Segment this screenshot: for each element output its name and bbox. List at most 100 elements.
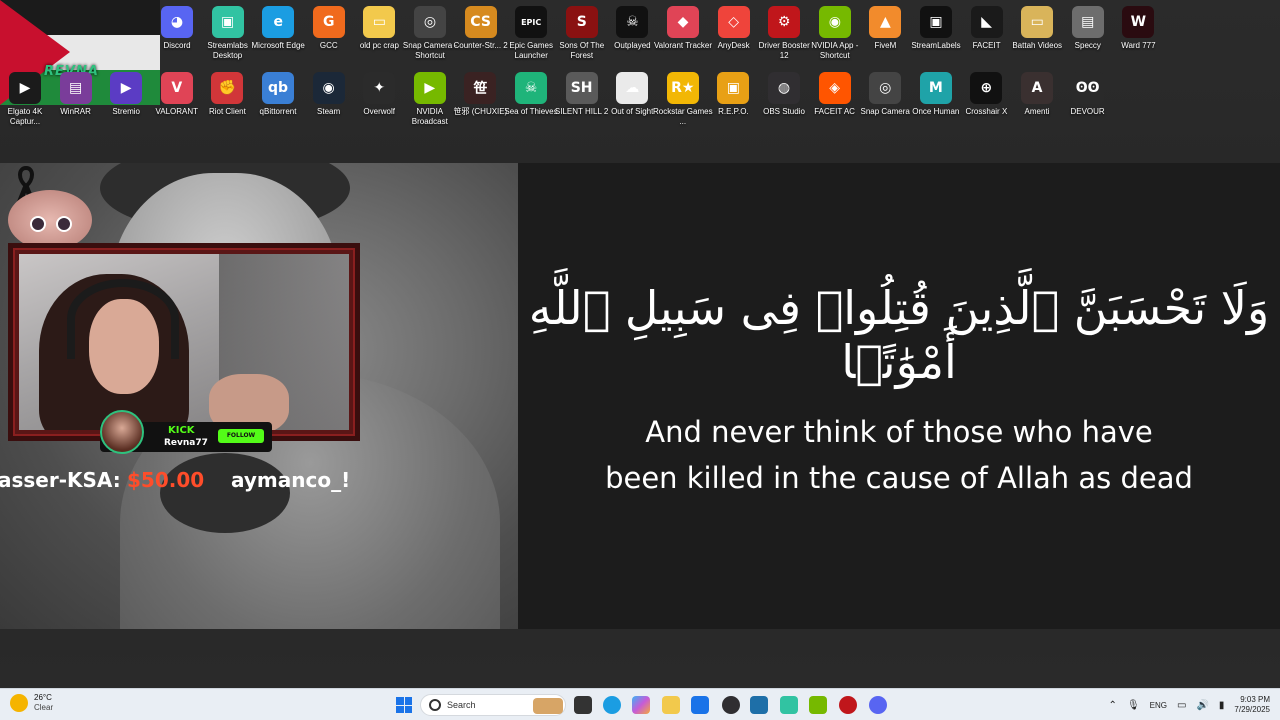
ticker-donation-amount: $50.00 [127,468,205,492]
sons-of-the-forest-icon: S [565,6,598,38]
riot-client-icon: ✊ [211,72,244,104]
network-icon[interactable]: ▭ [1177,700,1186,711]
snap-camera-shortcut-icon: ◎ [414,6,446,38]
desktop-icon-label: Ward 777 [1121,41,1156,50]
counter-str-2-icon: CS [464,6,497,38]
desktop-icon-anydesk[interactable]: ◇ AnyDesk [709,6,759,68]
edge-taskbar-icon[interactable] [603,696,621,714]
desktop-icon-crosshair-x[interactable]: ⊕ Crosshair X [961,72,1011,134]
copilot-taskbar-icon[interactable] [632,696,650,714]
taskbar-search-box[interactable]: Search [420,694,566,716]
microphone-icon[interactable]: 🎙 [1127,700,1140,711]
desktop-icon-battah-videos[interactable]: ▭ Battah Videos [1012,6,1062,68]
desktop-icon-riot-client[interactable]: ✊ Riot Client [202,72,252,134]
winrar-icon: ▤ [59,72,92,104]
chevron-up-icon[interactable]: ⌃ [1109,700,1117,711]
desktop-icon-speccy[interactable]: ▤ Speccy [1063,6,1113,68]
desktop-icon-sea-of-thieves[interactable]: ☠ Sea of Thieves [504,72,558,134]
language-indicator[interactable]: ENG [1150,701,1167,710]
faceit-ac-icon: ◈ [818,72,851,104]
store-taskbar-icon[interactable] [691,696,709,714]
desktop-icon-fivem[interactable]: ▲ FiveM [860,6,910,68]
desktop-icon-once-human[interactable]: M Once Human [911,72,961,134]
desktop-icon-r-e-p-o[interactable]: ▣ R.E.P.O. [708,72,758,134]
desktop-icon-snap-camera[interactable]: ◎ Snap Camera [860,72,910,134]
follow-button[interactable]: FOLLOW [218,429,264,443]
streamer-username: Revna77 [164,438,208,448]
desktop-icon-old-pc-crap[interactable]: ▭ old pc crap [354,6,404,68]
silent-hill-2-icon: SH [565,72,598,104]
desktop-icon-ward-777[interactable]: W Ward 777 [1113,6,1163,68]
desktop-icon-driver-booster-12[interactable]: ⚙ Driver Booster 12 [759,6,810,68]
desktop-icon-winrar[interactable]: ▤ WinRAR [51,72,101,134]
discord-taskbar-icon[interactable] [869,696,887,714]
valorant-tracker-icon: ◆ [667,6,699,38]
fivem-icon: ▲ [869,6,902,38]
desktop-icon-out-of-sight[interactable]: ☁ Out of Sight [607,72,657,134]
clock[interactable]: 9:03 PM 7/29/2025 [1234,695,1270,715]
weather-condition: Clear [34,703,54,712]
desktop-icon-microsoft-edge[interactable]: e Microsoft Edge [252,6,305,68]
verse-translation: And never think of those who have been k… [518,409,1280,501]
desktop-icon-faceit-ac[interactable]: ◈ FACEIT AC [810,72,860,134]
desktop-icon-valorant-tracker[interactable]: ◆ Valorant Tracker [654,6,712,68]
desktop-icon-obs-studio[interactable]: ◍ OBS Studio [759,72,809,134]
desktop-icon-streamlabs-desktop[interactable]: ▣ Streamlabs Desktop [203,6,253,68]
desktop-icon-streamlabels[interactable]: ▣ StreamLabels [911,6,961,68]
desktop-icon-rockstar-games[interactable]: R★ Rockstar Games ... [653,72,713,134]
desktop-icon-outplayed[interactable]: ☠ Outplayed [607,6,657,68]
desktop-icon-valorant[interactable]: V VALORANT [152,72,202,134]
desktop-icon-overwolf[interactable]: ✦ Overwolf [354,72,404,134]
desktop-icon-snap-camera-shortcut[interactable]: ◎ Snap Camera - Shortcut [403,6,457,68]
desktop-icon-epic-games-launcher[interactable]: EPIC Epic Games Launcher [506,6,556,68]
desktop-icon-counter-str-2[interactable]: CS Counter-Str... 2 [453,6,508,68]
volume-icon[interactable]: 🔊 [1196,700,1208,711]
nvidia-taskbar-icon[interactable] [809,696,827,714]
nvidia-app-shortcut-icon: ◉ [818,6,851,38]
desktop-icon-nvidia-broadcast[interactable]: ▶ NVIDIA Broadcast [405,72,455,134]
elgato-4k-captur-icon: ▶ [9,72,41,104]
task-view-icon[interactable] [574,696,592,714]
file-explorer-taskbar-icon[interactable] [662,696,680,714]
desktop-icon-gcc[interactable]: G GCC [304,6,354,68]
desktop-icon-steam[interactable]: ◉ Steam [304,72,354,134]
kick-logo-text: KICK [168,425,195,436]
streamlabs-taskbar-icon[interactable] [780,696,798,714]
anydesk-icon: ◇ [717,6,750,38]
desktop-icon-discord[interactable]: ◕ Discord [152,6,202,68]
desktop-icon-nvidia-app-shortcut[interactable]: ◉ NVIDIA App - Shortcut [810,6,860,68]
desktop-icon-amenti[interactable]: A Amenti [1012,72,1062,134]
app-taskbar-icon[interactable] [750,696,768,714]
desktop-icon-faceit[interactable]: ◣ FACEIT [962,6,1012,68]
desktop-icon-silent-hill-2[interactable]: SH SILENT HILL 2 [555,72,608,134]
translation-line-1: And never think of those who have [645,415,1153,449]
taskbar: 26°C Clear Search ⌃ 🎙 ENG ▭ 🔊 ▮ 9:03 PM … [0,688,1280,720]
faceit-icon: ◣ [970,6,1003,38]
obs-taskbar-icon[interactable] [722,696,740,714]
chuxie-icon: 笹 [464,72,497,104]
desktop-icon-label: DEVOUR [1070,107,1105,116]
sea-of-thieves-icon: ☠ [515,72,547,104]
clock-date: 7/29/2025 [1234,705,1270,714]
webcam-frame [8,243,360,441]
weather-widget[interactable]: 26°C Clear [10,693,53,713]
webcam-feed [19,254,349,430]
steam-icon: ◉ [312,72,345,104]
desktop-icon-chuxie[interactable]: 笹笹邪 (CHUXIE) [454,72,507,134]
desktop-icon-devour[interactable]: ʘʘ DEVOUR [1063,72,1113,134]
search-highlight-image [533,698,563,714]
headset-icon [67,279,179,359]
desktop-icon-elgato-4k-captur[interactable]: ▶ Elgato 4K Captur... [0,72,50,134]
translation-line-2: been killed in the cause of Allah as dea… [605,461,1193,495]
qbittorrent-icon: qb [262,72,294,104]
desktop-icon-sons-of-the-forest[interactable]: S Sons Of The Forest [557,6,607,68]
battery-icon[interactable]: ▮ [1219,700,1225,711]
search-icon [429,699,441,711]
desktop-icon-qbittorrent[interactable]: qb qBittorrent [253,72,303,134]
driver-booster-12-icon: ⚙ [768,6,801,38]
weather-temperature: 26°C [34,693,52,702]
driver-booster-taskbar-icon[interactable] [839,696,857,714]
desktop-icon-stremio[interactable]: ▶ Stremio [101,72,151,134]
windows-start-icon[interactable] [396,697,412,713]
r-e-p-o-icon: ▣ [717,72,750,104]
